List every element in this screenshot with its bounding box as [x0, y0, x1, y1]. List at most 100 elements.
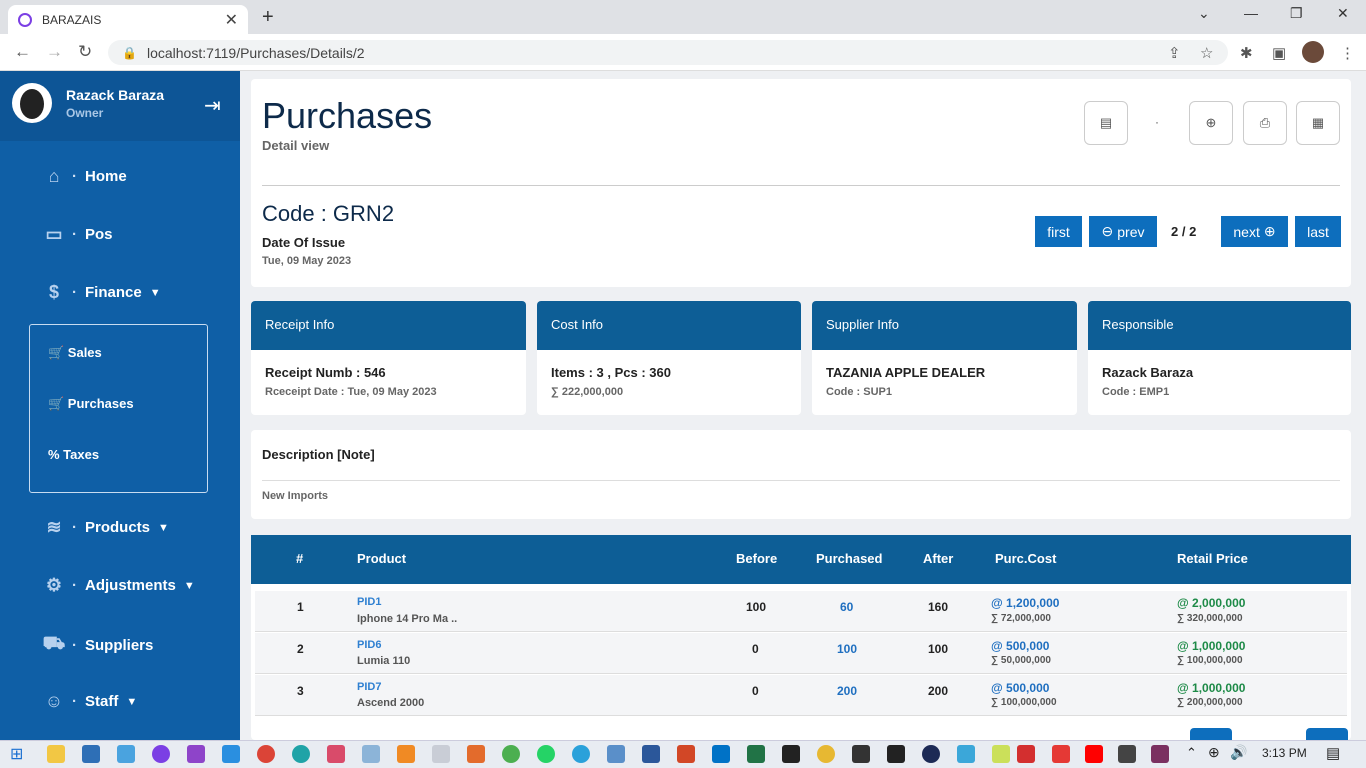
url-field[interactable]: 🔒 localhost:7119/Purchases/Details/2: [108, 40, 1228, 65]
file-explorer-icon[interactable]: [47, 745, 65, 763]
arrow-left-circle-icon: ⊖: [1101, 223, 1114, 239]
add-button[interactable]: ⊕: [1189, 101, 1233, 145]
col-header-retail-price: Retail Price: [1177, 551, 1248, 566]
app-icon[interactable]: [502, 745, 520, 763]
logout-icon[interactable]: ⇥: [204, 93, 221, 118]
product-id-link[interactable]: PID7: [357, 681, 381, 693]
description-card: [251, 430, 1351, 519]
powerpoint-icon[interactable]: [677, 745, 695, 763]
tab-search-icon[interactable]: ⌄: [1198, 5, 1210, 22]
forward-icon[interactable]: →: [46, 42, 63, 62]
whatsapp-icon[interactable]: [537, 745, 555, 763]
unit-cost: @ 500,000: [991, 681, 1050, 695]
browser-tab[interactable]: BARAZAIS ✕: [8, 5, 248, 34]
sidebar-item-suppliers[interactable]: ⛟ · Suppliers: [42, 633, 154, 657]
word-icon[interactable]: [642, 745, 660, 763]
minimize-button[interactable]: —: [1244, 5, 1258, 21]
app-icon[interactable]: [432, 745, 450, 763]
supplier-info-card: Supplier Info TAZANIA APPLE DEALER Code …: [812, 301, 1077, 415]
visual-studio-icon[interactable]: [187, 745, 205, 763]
app-icon[interactable]: [467, 745, 485, 763]
acrobat-icon[interactable]: [1017, 745, 1035, 763]
card-line1: Items : 3 , Pcs : 360: [551, 365, 671, 380]
volume-icon[interactable]: 🔊: [1230, 744, 1247, 761]
app-icon[interactable]: [887, 745, 905, 763]
close-tab-icon[interactable]: ✕: [225, 10, 238, 30]
sidebar-item-pos[interactable]: ▭ · Pos: [42, 224, 112, 245]
retail-total: ∑ 100,000,000: [1177, 655, 1243, 666]
vscode-icon[interactable]: [222, 745, 240, 763]
back-icon[interactable]: ←: [14, 42, 31, 62]
page-indicator: 2 / 2: [1171, 224, 1197, 239]
page-subtitle: Detail view: [262, 138, 330, 153]
app-icon[interactable]: [117, 745, 135, 763]
taskbar-clock[interactable]: 3:13 PM: [1262, 746, 1307, 760]
product-id-link[interactable]: PID1: [357, 596, 381, 608]
windows-start-icon[interactable]: ⊞: [10, 744, 23, 764]
layout-toggle-button[interactable]: ▤: [1084, 101, 1128, 145]
vlc-icon[interactable]: [397, 745, 415, 763]
app-icon[interactable]: [1151, 745, 1169, 763]
layers-icon: ≋: [46, 517, 62, 537]
card-title: Receipt Info: [251, 301, 526, 350]
prev-button[interactable]: ⊖ prev: [1089, 216, 1157, 247]
bookmark-star-icon[interactable]: ☆: [1200, 44, 1213, 62]
sidebar-item-label: Finance: [85, 284, 142, 301]
submenu-item-sales[interactable]: 🛒 Sales: [48, 345, 102, 361]
edge-icon[interactable]: [292, 745, 310, 763]
app-icon[interactable]: [82, 745, 100, 763]
next-label: next: [1233, 223, 1260, 240]
reload-icon[interactable]: ↻: [78, 42, 92, 62]
tray-chevron-icon[interactable]: ⌃: [1186, 745, 1197, 761]
cost-total: ∑ 50,000,000: [991, 655, 1051, 666]
last-button[interactable]: last: [1295, 216, 1341, 247]
url-text: localhost:7119/Purchases/Details/2: [146, 44, 365, 61]
terminal-icon[interactable]: [852, 745, 870, 763]
menu-icon[interactable]: ⋮: [1340, 44, 1355, 62]
profile-avatar[interactable]: [1302, 41, 1324, 63]
unit-cost: @ 1,200,000: [991, 596, 1060, 610]
sidebar-item-staff[interactable]: ☺ · Staff ▼: [42, 691, 137, 712]
user-panel: Razack Baraza Owner ⇥: [0, 71, 240, 141]
app-icon[interactable]: [817, 745, 835, 763]
share-icon[interactable]: ⇪: [1168, 44, 1181, 62]
app-icon[interactable]: [362, 745, 380, 763]
app-icon[interactable]: [922, 745, 940, 763]
app-icon[interactable]: [782, 745, 800, 763]
submenu-item-taxes[interactable]: % Taxes: [48, 447, 99, 462]
sidebar-item-products[interactable]: ≋ · Products ▼: [42, 517, 168, 538]
divider: [262, 480, 1340, 481]
document-button[interactable]: ▦: [1296, 101, 1340, 145]
card-title: Cost Info: [537, 301, 801, 350]
col-header-purchased: Purchased: [816, 551, 883, 566]
next-button[interactable]: next ⊕: [1221, 216, 1288, 247]
restore-button[interactable]: ❐: [1290, 5, 1303, 22]
app-icon[interactable]: [1052, 745, 1070, 763]
notifications-icon[interactable]: ▤: [1326, 744, 1340, 762]
outlook-icon[interactable]: [712, 745, 730, 763]
responsible-card: Responsible Razack Baraza Code : EMP1: [1088, 301, 1351, 415]
app-icon[interactable]: [957, 745, 975, 763]
chrome-icon[interactable]: [257, 745, 275, 763]
side-panel-icon[interactable]: ▣: [1272, 44, 1286, 62]
app-icon[interactable]: [327, 745, 345, 763]
first-button[interactable]: first: [1035, 216, 1082, 247]
export-button[interactable]: ⎙: [1243, 101, 1287, 145]
app-icon[interactable]: [152, 745, 170, 763]
new-tab-button[interactable]: +: [262, 6, 274, 29]
excel-icon[interactable]: [747, 745, 765, 763]
app-icon[interactable]: [1118, 745, 1136, 763]
app-icon[interactable]: [607, 745, 625, 763]
col-header-no: #: [296, 551, 304, 566]
sidebar-item-adjustments[interactable]: ⚙ · Adjustments ▼: [42, 575, 195, 596]
product-id-link[interactable]: PID6: [357, 639, 381, 651]
sidebar-item-home[interactable]: ⌂ · Home: [42, 166, 127, 187]
telegram-icon[interactable]: [572, 745, 590, 763]
sidebar-item-finance[interactable]: $ · Finance ▼: [42, 282, 161, 303]
youtube-icon[interactable]: [1085, 745, 1103, 763]
extensions-icon[interactable]: ✱: [1240, 44, 1253, 62]
submenu-item-purchases[interactable]: 🛒 Purchases: [48, 396, 134, 412]
network-icon[interactable]: ⊕: [1208, 744, 1220, 761]
close-window-button[interactable]: ✕: [1337, 5, 1349, 22]
app-icon[interactable]: [992, 745, 1010, 763]
